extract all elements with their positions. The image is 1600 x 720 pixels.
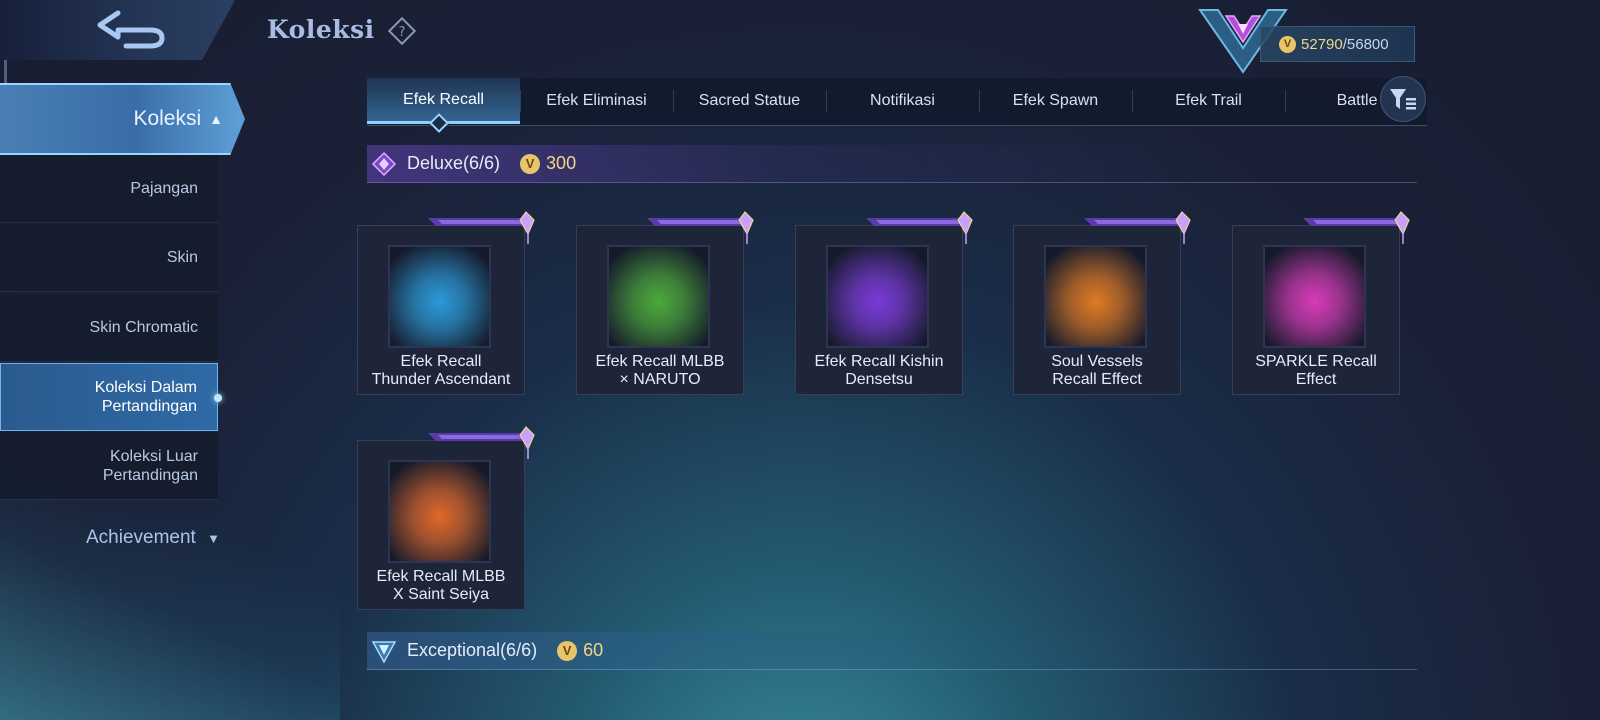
chevron-up-icon: ▲ xyxy=(209,111,223,127)
recall-effect-thumbnail xyxy=(388,245,491,348)
currency-max: 56800 xyxy=(1346,35,1389,53)
recall-effect-name: Efek Recall Kishin Densetsu xyxy=(796,353,962,389)
svg-text:?: ? xyxy=(399,25,406,40)
sidebar-item-koleksi-luar-pertandingan[interactable]: Koleksi Luar Pertandingan xyxy=(0,432,218,500)
page-title: Koleksi xyxy=(267,15,375,44)
recall-effect-name-line2: Thunder Ascendant xyxy=(371,371,511,388)
section-price: 300 xyxy=(546,153,577,173)
recall-effect-name: SPARKLE Recall Effect xyxy=(1233,353,1399,389)
chevron-down-icon: ▼ xyxy=(207,531,220,546)
recall-effect-name-line1: Efek Recall MLBB xyxy=(376,568,506,585)
deluxe-diamond-icon xyxy=(371,151,397,176)
section-name: Exceptional xyxy=(407,640,501,660)
sidebar-item-koleksi-dalam-pertandingan[interactable]: Koleksi Dalam Pertandingan xyxy=(0,363,222,431)
sidebar-item-label: Skin Chromatic xyxy=(89,319,198,336)
tab-sacred-statue[interactable]: Sacred Statue xyxy=(673,78,826,124)
deluxe-ribbon-icon xyxy=(1084,211,1191,244)
recall-effect-name-line1: SPARKLE Recall xyxy=(1255,353,1377,370)
back-arrow-icon xyxy=(97,10,164,49)
recall-effect-card[interactable]: Efek Recall Thunder Ascendant xyxy=(357,211,535,395)
recall-effect-card[interactable]: Efek Recall Kishin Densetsu xyxy=(795,211,973,395)
currency-display: V 52790 / 56800 xyxy=(1260,26,1415,62)
coin-icon: V xyxy=(520,153,541,174)
coin-icon: V xyxy=(557,640,578,661)
section-header-exceptional: Exceptional (6/6) V 60 xyxy=(367,632,1417,670)
section-name: Deluxe xyxy=(407,153,464,173)
tab-notifikasi[interactable]: Notifikasi xyxy=(826,78,979,124)
deluxe-ribbon-icon xyxy=(428,426,535,459)
recall-effect-name-line1: Efek Recall xyxy=(400,353,482,370)
section-price: 60 xyxy=(583,640,604,660)
recall-effect-card[interactable]: Efek Recall MLBB × NARUTO xyxy=(576,211,754,395)
back-button[interactable] xyxy=(0,0,235,60)
recall-effect-thumbnail xyxy=(826,245,929,348)
question-diamond-icon[interactable]: ? xyxy=(388,17,416,45)
recall-effect-card[interactable]: Efek Recall MLBB X Saint Seiya xyxy=(357,426,535,610)
recall-effect-name-line2: Densetsu xyxy=(845,371,913,388)
sidebar-section-achievement[interactable]: Achievement ▼ xyxy=(0,527,228,549)
sidebar-section-label: Koleksi xyxy=(133,107,202,130)
coin-icon: V xyxy=(1279,35,1296,53)
sidebar-item-pajangan[interactable]: Pajangan xyxy=(0,155,218,223)
recall-effect-name-line1: Efek Recall Kishin xyxy=(814,353,944,370)
filter-icon xyxy=(1390,89,1416,110)
recall-effect-thumbnail xyxy=(388,460,491,563)
section-count: (6/6) xyxy=(463,153,501,173)
sidebar-item-label: Koleksi Dalam Pertandingan xyxy=(94,379,197,415)
exceptional-diamond-icon xyxy=(371,640,397,664)
section-count: (6/6) xyxy=(500,640,538,660)
recall-effect-thumbnail xyxy=(1044,245,1147,348)
section-header-deluxe: Deluxe (6/6) V 300 xyxy=(367,145,1417,183)
deluxe-ribbon-icon xyxy=(1303,211,1410,244)
recall-effect-card[interactable]: SPARKLE Recall Effect xyxy=(1232,211,1410,395)
recall-effect-thumbnail xyxy=(1263,245,1366,348)
sidebar-section-label: Achievement xyxy=(86,527,196,548)
recall-effect-name-line2: × NARUTO xyxy=(619,371,701,388)
recall-effect-card[interactable]: Soul Vessels Recall Effect xyxy=(1013,211,1191,395)
recall-effect-name-line1: Efek Recall MLBB xyxy=(595,353,725,370)
recall-effect-name: Efek Recall MLBB × NARUTO xyxy=(577,353,743,389)
recall-effect-name-line2: Effect xyxy=(1295,371,1337,388)
recall-effect-name-line2: Recall Effect xyxy=(1052,371,1142,388)
sidebar-item-skin-chromatic[interactable]: Skin Chromatic xyxy=(0,294,218,362)
recall-effect-name: Efek Recall MLBB X Saint Seiya xyxy=(358,568,524,604)
category-tabs: Efek Recall Efek Eliminasi Sacred Statue… xyxy=(367,78,1427,126)
sidebar-section-koleksi[interactable]: Koleksi ▲ xyxy=(0,83,245,155)
deluxe-ribbon-icon xyxy=(866,211,973,244)
sidebar-item-label: Koleksi Luar Pertandingan xyxy=(102,447,198,484)
recall-effect-name-line2: X Saint Seiya xyxy=(392,586,490,603)
deluxe-ribbon-icon xyxy=(647,211,754,244)
recall-effect-thumbnail xyxy=(607,245,710,348)
recall-effect-name-line1: Soul Vessels xyxy=(1051,353,1143,370)
sidebar-item-label: Pajangan xyxy=(130,180,198,197)
filter-button[interactable] xyxy=(1380,76,1426,122)
currency-current: 52790 xyxy=(1301,35,1343,53)
recall-effect-name: Efek Recall Thunder Ascendant xyxy=(358,353,524,389)
recall-effect-name: Soul Vessels Recall Effect xyxy=(1014,353,1180,389)
sidebar-item-label: Skin xyxy=(166,249,198,266)
sidebar-item-skin[interactable]: Skin xyxy=(0,224,218,292)
tab-efek-eliminasi[interactable]: Efek Eliminasi xyxy=(520,78,673,124)
deluxe-ribbon-icon xyxy=(428,211,535,244)
tab-efek-spawn[interactable]: Efek Spawn xyxy=(979,78,1132,124)
tab-efek-trail[interactable]: Efek Trail xyxy=(1132,78,1285,124)
